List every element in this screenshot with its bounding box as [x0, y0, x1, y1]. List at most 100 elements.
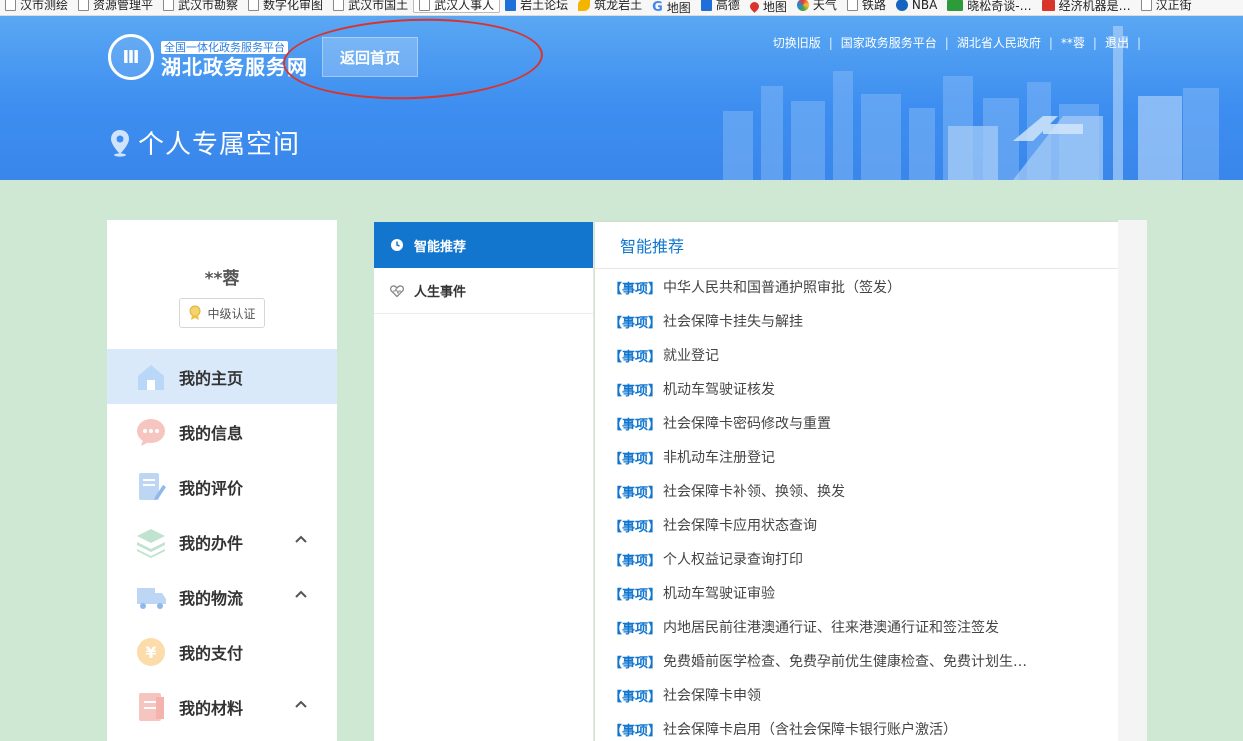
home-icon: [135, 361, 167, 393]
tab-label: 智能推荐: [414, 239, 467, 255]
bookmark-item[interactable]: 汉正街: [1136, 0, 1197, 13]
sidebar-item-my-logistics[interactable]: 我的物流: [107, 569, 337, 624]
list-item[interactable]: 【事项】 内地居民前往港澳通行证、往来港澳通行证和签注签发: [609, 610, 1109, 644]
list-item[interactable]: 【事项】 就业登记: [609, 338, 1109, 372]
list-item[interactable]: 【事项】 社会保障卡补领、换领、换发: [609, 474, 1109, 508]
site-logo[interactable]: Ⅲ 全国一体化政务服务平台 湖北政务服务网: [108, 34, 308, 80]
leaf-icon: [578, 0, 591, 11]
item-name: 社会保障卡密码修改与重置: [663, 416, 832, 432]
item-type-tag: 【事项】: [609, 723, 662, 739]
item-name: 社会保障卡挂失与解挂: [663, 314, 804, 330]
bookmark-item[interactable]: 汉市测绘: [0, 0, 73, 13]
list-item[interactable]: 【事项】 个人权益记录查询打印: [609, 542, 1109, 576]
item-name: 社会保障卡应用状态查询: [663, 518, 818, 534]
bookmark-item[interactable]: G 地图: [647, 0, 696, 16]
username: **蓉: [204, 269, 240, 289]
bookmark-item[interactable]: 武汉市勘察: [158, 0, 243, 13]
bookmark-label: 铁路: [861, 0, 886, 12]
bookmark-label: 筑龙岩土: [594, 0, 643, 12]
national-platform-link[interactable]: 国家政务服务平台: [841, 34, 937, 51]
document-icon: [135, 691, 167, 723]
sidebar-item-label: 我的主页: [179, 368, 244, 388]
bookmark-item[interactable]: 武汉人事人: [413, 0, 501, 13]
recommendation-tabs: 智能推荐 人生事件: [374, 222, 594, 741]
page-icon: [78, 0, 90, 11]
sidebar-item-my-messages[interactable]: 我的信息: [107, 404, 337, 459]
tab-smart-recommend[interactable]: 智能推荐: [374, 222, 593, 268]
bookmark-item[interactable]: 天气: [792, 0, 842, 13]
logout-link[interactable]: 退出: [1105, 34, 1129, 51]
medal-icon: [189, 305, 201, 320]
item-type-tag: 【事项】: [609, 281, 662, 297]
list-item[interactable]: 【事项】 社会保障卡应用状态查询: [609, 508, 1109, 542]
bookmark-label: 天气: [812, 0, 837, 12]
list-item[interactable]: 【事项】 社会保障卡申领: [609, 678, 1109, 712]
bookmark-item[interactable]: 武汉市国土: [328, 0, 413, 13]
map-pin-icon: [747, 0, 761, 13]
list-item[interactable]: 【事项】 社会保障卡密码修改与重置: [609, 406, 1109, 440]
item-type-tag: 【事项】: [609, 587, 662, 603]
list-item[interactable]: 【事项】 机动车驾驶证核发: [609, 372, 1109, 406]
list-item[interactable]: 【事项】 免费婚前医学检查、免费孕前优生健康检查、免费计划生…: [609, 644, 1109, 678]
switch-old-version-link[interactable]: 切换旧版: [773, 34, 821, 51]
bookmark-item[interactable]: 地图: [745, 0, 792, 15]
chevron-up-icon[interactable]: [293, 532, 309, 548]
bookmark-label: 武汉市国土: [348, 0, 409, 12]
hubei-government-link[interactable]: 湖北省人民政府: [957, 34, 1041, 51]
bookmark-item[interactable]: 筑龙岩土: [573, 0, 647, 13]
list-item[interactable]: 【事项】 中华人民共和国普通护照审批（签发）: [609, 270, 1109, 304]
page-title: 个人专属空间: [110, 124, 300, 161]
bookmark-label: 经济机器是…: [1058, 0, 1131, 13]
recommendation-list: 【事项】 中华人民共和国普通护照审批（签发） 【事项】 社会保障卡挂失与解挂 【事项】就…: [609, 270, 1109, 741]
bookmark-label: 资源管理平: [93, 0, 154, 12]
list-item[interactable]: 【事项】 社会保障卡启用（含社会保障卡银行账户激活）: [609, 712, 1109, 741]
item-type-tag: 【事项】: [609, 689, 662, 705]
list-item[interactable]: 【事项】 机动车驾驶证审验: [609, 576, 1109, 610]
page-icon: [333, 0, 345, 11]
bookmark-item[interactable]: 晓松奇谈-…: [942, 0, 1036, 14]
bookmark-item[interactable]: 岩土论坛: [500, 0, 573, 13]
item-type-tag: 【事项】: [609, 383, 662, 399]
sidebar-item-my-cases[interactable]: 我的办件: [107, 514, 337, 569]
sidebar-item-label: 我的信息: [179, 423, 244, 443]
forum-icon: [505, 0, 517, 11]
bookmark-label: 武汉市勘察: [178, 0, 239, 12]
video-red-icon: [1041, 0, 1055, 11]
page-icon: [419, 0, 431, 11]
sidebar-item-my-payments[interactable]: ¥ 我的支付: [107, 624, 337, 679]
bookmark-item[interactable]: 铁路: [842, 0, 891, 13]
bookmark-label: 数字化审图: [263, 0, 324, 12]
clock-icon: [391, 239, 403, 251]
chevron-up-icon[interactable]: [293, 697, 309, 713]
auth-level-badge: 中级认证: [179, 298, 265, 328]
list-item[interactable]: 【事项】 非机动车注册登记: [609, 440, 1109, 474]
item-name: 就业登记: [663, 348, 720, 364]
bookmark-item[interactable]: 资源管理平: [73, 0, 158, 13]
user-sidebar: **蓉 中级认证 我的主页 我的信息 我的评价 我的办件 我的物流 ¥ 我的支付…: [107, 220, 337, 741]
sidebar-item-my-materials[interactable]: 我的材料: [107, 679, 337, 734]
user-name-link[interactable]: **蓉: [1061, 34, 1085, 51]
item-name: 社会保障卡申领: [663, 688, 762, 704]
page-icon: [5, 0, 16, 11]
sidebar-item-label: 我的办件: [179, 533, 244, 553]
bookmark-item[interactable]: 高德: [696, 0, 745, 13]
sidebar-item-my-home[interactable]: 我的主页: [107, 349, 337, 404]
sidebar-item-my-reviews[interactable]: 我的评价: [107, 459, 337, 514]
item-type-tag: 【事项】: [609, 451, 662, 467]
bookmark-label: 武汉人事人: [434, 0, 495, 12]
bookmark-item[interactable]: 经济机器是…: [1037, 0, 1136, 14]
layers-icon: [135, 526, 167, 558]
video-icon: [947, 0, 964, 11]
sidebar-item-label: 我的评价: [179, 478, 244, 498]
sidebar-item-label: 我的物流: [179, 588, 244, 608]
heart-icon: [390, 284, 404, 297]
chevron-up-icon[interactable]: [293, 587, 309, 603]
item-name: 内地居民前往港澳通行证、往来港澳通行证和签注签发: [663, 620, 1000, 636]
svg-text:¥: ¥: [145, 643, 156, 662]
bookmark-label: 高德: [715, 0, 740, 12]
bookmark-item[interactable]: 数字化审图: [243, 0, 328, 13]
item-name: 社会保障卡启用（含社会保障卡银行账户激活）: [663, 722, 958, 738]
bookmark-item[interactable]: NBA: [891, 0, 942, 13]
list-item[interactable]: 【事项】 社会保障卡挂失与解挂: [609, 304, 1109, 338]
tab-life-events[interactable]: 人生事件: [374, 268, 593, 314]
